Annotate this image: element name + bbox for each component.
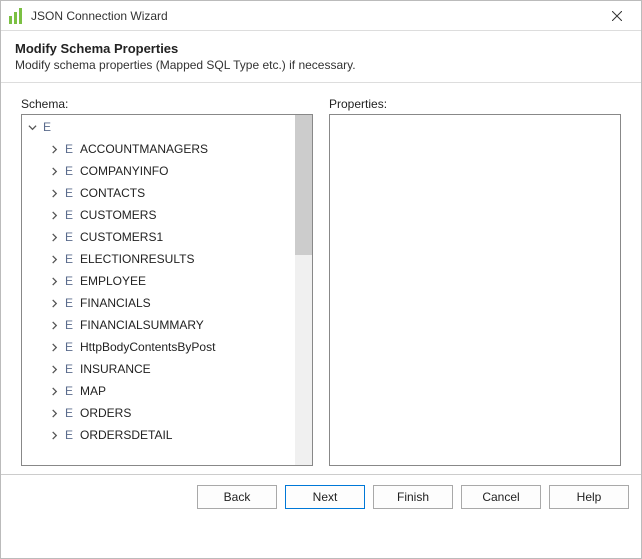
page-description: Modify schema properties (Mapped SQL Typ… — [15, 58, 627, 72]
schema-tree[interactable]: E EACCOUNTMANAGERSECOMPANYINFOECONTACTSE… — [22, 115, 295, 465]
app-icon — [9, 8, 25, 24]
properties-label: Properties: — [329, 97, 621, 111]
properties-box — [329, 114, 621, 466]
entity-marker: E — [42, 120, 52, 134]
tree-row[interactable]: E FINANCIALSUMMARY — [22, 314, 295, 336]
close-button[interactable] — [593, 1, 641, 31]
node-name: EMPLOYEE — [80, 274, 146, 288]
entity-marker: E — [64, 208, 74, 222]
chevron-right-icon[interactable] — [48, 187, 60, 199]
node-name: INSURANCE — [80, 362, 151, 376]
close-icon — [612, 11, 622, 21]
entity-marker: E — [64, 186, 74, 200]
tree-row[interactable]: E MAP — [22, 380, 295, 402]
back-button[interactable]: Back — [197, 485, 277, 509]
node-name: ELECTIONRESULTS — [80, 252, 194, 266]
chevron-right-icon[interactable] — [48, 231, 60, 243]
tree-row[interactable]: E CUSTOMERS1 — [22, 226, 295, 248]
wizard-header: Modify Schema Properties Modify schema p… — [1, 31, 641, 83]
node-name: CUSTOMERS — [80, 208, 156, 222]
chevron-right-icon[interactable] — [48, 341, 60, 353]
tree-row[interactable]: E ELECTIONRESULTS — [22, 248, 295, 270]
tree-row[interactable]: E HttpBodyContentsByPost — [22, 336, 295, 358]
chevron-right-icon[interactable] — [48, 165, 60, 177]
node-name: FINANCIALSUMMARY — [80, 318, 204, 332]
entity-marker: E — [64, 142, 74, 156]
finish-button[interactable]: Finish — [373, 485, 453, 509]
cancel-button[interactable]: Cancel — [461, 485, 541, 509]
chevron-right-icon[interactable] — [48, 429, 60, 441]
entity-marker: E — [64, 428, 74, 442]
chevron-right-icon[interactable] — [48, 253, 60, 265]
schema-tree-box: E EACCOUNTMANAGERSECOMPANYINFOECONTACTSE… — [21, 114, 313, 466]
entity-marker: E — [64, 274, 74, 288]
next-button[interactable]: Next — [285, 485, 365, 509]
schema-panel: Schema: E EACCOUNTMANAGERSECOMPANYINFOEC… — [21, 97, 313, 466]
content-area: Schema: E EACCOUNTMANAGERSECOMPANYINFOEC… — [1, 83, 641, 470]
node-name: FINANCIALS — [80, 296, 151, 310]
node-name: CUSTOMERS1 — [80, 230, 163, 244]
page-title: Modify Schema Properties — [15, 41, 627, 56]
chevron-right-icon[interactable] — [48, 275, 60, 287]
entity-marker: E — [64, 230, 74, 244]
help-button[interactable]: Help — [549, 485, 629, 509]
window-title: JSON Connection Wizard — [31, 9, 593, 23]
tree-row[interactable]: E FINANCIALS — [22, 292, 295, 314]
scrollbar-thumb[interactable] — [295, 115, 312, 255]
chevron-down-icon[interactable] — [26, 121, 38, 133]
entity-marker: E — [64, 384, 74, 398]
node-name: COMPANYINFO — [80, 164, 168, 178]
tree-row[interactable]: E EMPLOYEE — [22, 270, 295, 292]
chevron-right-icon[interactable] — [48, 297, 60, 309]
node-name: CONTACTS — [80, 186, 145, 200]
scrollbar[interactable] — [295, 115, 312, 465]
footer: Back Next Finish Cancel Help — [1, 475, 641, 519]
chevron-right-icon[interactable] — [48, 407, 60, 419]
chevron-right-icon[interactable] — [48, 143, 60, 155]
tree-row[interactable]: E CONTACTS — [22, 182, 295, 204]
chevron-right-icon[interactable] — [48, 385, 60, 397]
entity-marker: E — [64, 340, 74, 354]
chevron-right-icon[interactable] — [48, 209, 60, 221]
tree-row[interactable]: E — [22, 116, 295, 138]
node-name: MAP — [80, 384, 106, 398]
entity-marker: E — [64, 362, 74, 376]
schema-label: Schema: — [21, 97, 313, 111]
entity-marker: E — [64, 252, 74, 266]
tree-row[interactable]: E INSURANCE — [22, 358, 295, 380]
tree-row[interactable]: E ORDERSDETAIL — [22, 424, 295, 446]
tree-row[interactable]: E ORDERS — [22, 402, 295, 424]
properties-panel: Properties: — [329, 97, 621, 466]
chevron-right-icon[interactable] — [48, 319, 60, 331]
entity-marker: E — [64, 164, 74, 178]
tree-row[interactable]: E COMPANYINFO — [22, 160, 295, 182]
titlebar: JSON Connection Wizard — [1, 1, 641, 31]
entity-marker: E — [64, 318, 74, 332]
entity-marker: E — [64, 406, 74, 420]
node-name: ACCOUNTMANAGERS — [80, 142, 208, 156]
tree-row[interactable]: E CUSTOMERS — [22, 204, 295, 226]
chevron-right-icon[interactable] — [48, 363, 60, 375]
node-name: HttpBodyContentsByPost — [80, 340, 215, 354]
entity-marker: E — [64, 296, 74, 310]
tree-row[interactable]: E ACCOUNTMANAGERS — [22, 138, 295, 160]
node-name: ORDERS — [80, 406, 131, 420]
node-name: ORDERSDETAIL — [80, 428, 172, 442]
